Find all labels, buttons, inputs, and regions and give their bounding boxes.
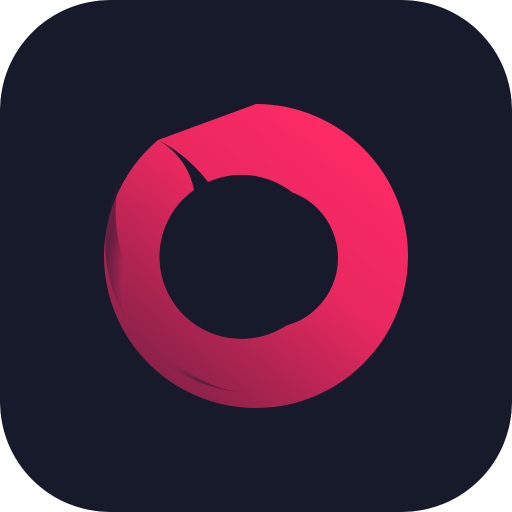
app-icon bbox=[0, 0, 512, 512]
ring-hole bbox=[198, 188, 338, 328]
ring-logo-icon bbox=[104, 104, 408, 408]
app-icon-graphic bbox=[0, 0, 512, 512]
